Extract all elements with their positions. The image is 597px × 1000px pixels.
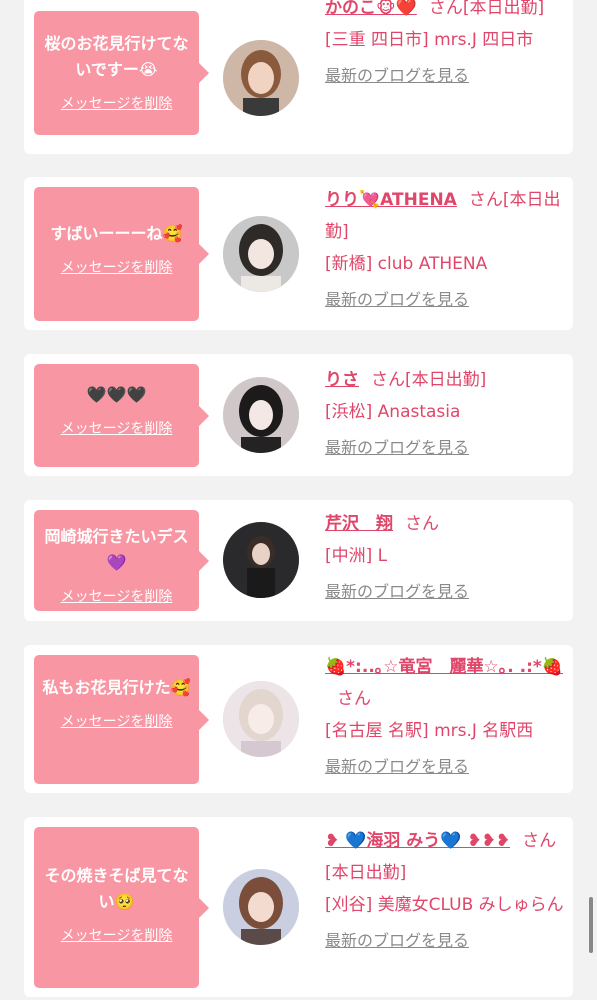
shop-label: [三重 四日市] mrs.J 四日市 <box>325 30 534 50</box>
delete-message-link[interactable]: メッセージを削除 <box>61 925 173 945</box>
shop-label: [浜松] Anastasia <box>325 402 461 422</box>
avatar[interactable] <box>223 681 299 757</box>
latest-blog-link[interactable]: 最新のブログを見る <box>325 751 565 783</box>
avatar-photo-icon <box>223 681 299 757</box>
shop-label: [中洲] L <box>325 546 388 566</box>
member-status: さん[本日出勤] <box>371 370 487 390</box>
message-bubble: すばいーーーね🥰 メッセージを削除 <box>34 187 209 321</box>
message-bubble: 岡崎城行きたいデス💜 メッセージを削除 <box>34 510 209 611</box>
shop-label: [名古屋 名駅] mrs.J 名駅西 <box>325 721 534 741</box>
message-bubble: 🖤🖤🖤 メッセージを削除 <box>34 364 209 467</box>
message-text: すばいーーーね🥰 <box>50 224 183 243</box>
avatar[interactable] <box>223 216 299 292</box>
member-info: ❥ 💙海羽 みう💙 ❥❥❥ さん[本日出勤] [刈谷] 美魔女CLUB みしゅらん… <box>325 825 565 957</box>
message-bubble: 桜のお花見行けてないですー😭 メッセージを削除 <box>34 11 209 135</box>
message-bubble: 私もお花見行けた🥰 メッセージを削除 <box>34 655 209 784</box>
member-status: さん <box>337 689 371 709</box>
message-text: 🖤🖤🖤 <box>86 385 147 404</box>
member-name-link[interactable]: りり💘ATHENA <box>325 190 457 210</box>
latest-blog-link[interactable]: 最新のブログを見る <box>325 576 565 608</box>
avatar-photo-icon <box>223 40 299 116</box>
member-info: かのこ🐵❤️ さん[本日出勤] [三重 四日市] mrs.J 四日市 最新のブログ… <box>325 0 565 92</box>
avatar-photo-icon <box>223 869 299 945</box>
member-name-link[interactable]: ❥ 💙海羽 みう💙 ❥❥❥ <box>325 831 510 851</box>
message-card: 桜のお花見行けてないですー😭 メッセージを削除 かのこ🐵❤️ さん[本日出勤] [… <box>24 0 573 154</box>
avatar[interactable] <box>223 522 299 598</box>
member-name-link[interactable]: りさ <box>325 370 359 390</box>
member-status: さん <box>405 514 439 534</box>
member-info: 🍓*:..｡☆竜宮 麗華☆｡. .:*🍓 さん [名古屋 名駅] mrs.J 名駅… <box>325 651 565 783</box>
delete-message-link[interactable]: メッセージを削除 <box>61 418 173 438</box>
avatar[interactable] <box>223 40 299 116</box>
message-text: その焼きそば見てない🥺 <box>44 866 189 911</box>
latest-blog-link[interactable]: 最新のブログを見る <box>325 284 565 316</box>
message-text: 桜のお花見行けてないですー😭 <box>44 34 189 79</box>
shop-label: [新橋] club ATHENA <box>325 254 488 274</box>
member-name-link[interactable]: かのこ🐵❤️ <box>325 0 417 18</box>
message-text: 岡崎城行きたいデス💜 <box>44 527 189 572</box>
delete-message-link[interactable]: メッセージを削除 <box>61 711 173 731</box>
member-name-link[interactable]: 🍓*:..｡☆竜宮 麗華☆｡. .:*🍓 <box>325 657 563 677</box>
avatar[interactable] <box>223 377 299 453</box>
member-info: 芹沢 翔さん [中洲] L 最新のブログを見る <box>325 508 565 608</box>
delete-message-link[interactable]: メッセージを削除 <box>61 586 173 606</box>
avatar-photo-icon <box>223 377 299 453</box>
member-info: りり💘ATHENA さん[本日出勤] [新橋] club ATHENA 最新のブロ… <box>325 184 565 316</box>
delete-message-link[interactable]: メッセージを削除 <box>61 257 173 277</box>
message-card: 岡崎城行きたいデス💜 メッセージを削除 芹沢 翔さん [中洲] L 最新のブログ… <box>24 500 573 621</box>
latest-blog-link[interactable]: 最新のブログを見る <box>325 432 565 464</box>
latest-blog-link[interactable]: 最新のブログを見る <box>325 925 565 957</box>
message-card: 🖤🖤🖤 メッセージを削除 りさ さん[本日出勤] [浜松] Anastasia 最… <box>24 354 573 476</box>
latest-blog-link[interactable]: 最新のブログを見る <box>325 60 565 92</box>
delete-message-link[interactable]: メッセージを削除 <box>61 93 173 113</box>
shop-label: [刈谷] 美魔女CLUB みしゅらん <box>325 895 564 915</box>
member-name-link[interactable]: 芹沢 翔 <box>325 514 393 534</box>
message-bubble: その焼きそば見てない🥺 メッセージを削除 <box>34 827 209 988</box>
message-card: その焼きそば見てない🥺 メッセージを削除 ❥ 💙海羽 みう💙 ❥❥❥ さん[本日出… <box>24 817 573 997</box>
member-info: りさ さん[本日出勤] [浜松] Anastasia 最新のブログを見る <box>325 364 565 464</box>
message-card: すばいーーーね🥰 メッセージを削除 りり💘ATHENA さん[本日出勤] [新橋]… <box>24 177 573 330</box>
message-text: 私もお花見行けた🥰 <box>42 678 191 697</box>
avatar-photo-icon <box>223 522 299 598</box>
avatar[interactable] <box>223 869 299 945</box>
message-card: 私もお花見行けた🥰 メッセージを削除 🍓*:..｡☆竜宮 麗華☆｡. .:*🍓 さ… <box>24 645 573 793</box>
scrollbar[interactable] <box>589 897 593 953</box>
member-status: さん[本日出勤] <box>428 0 545 18</box>
avatar-photo-icon <box>223 216 299 292</box>
